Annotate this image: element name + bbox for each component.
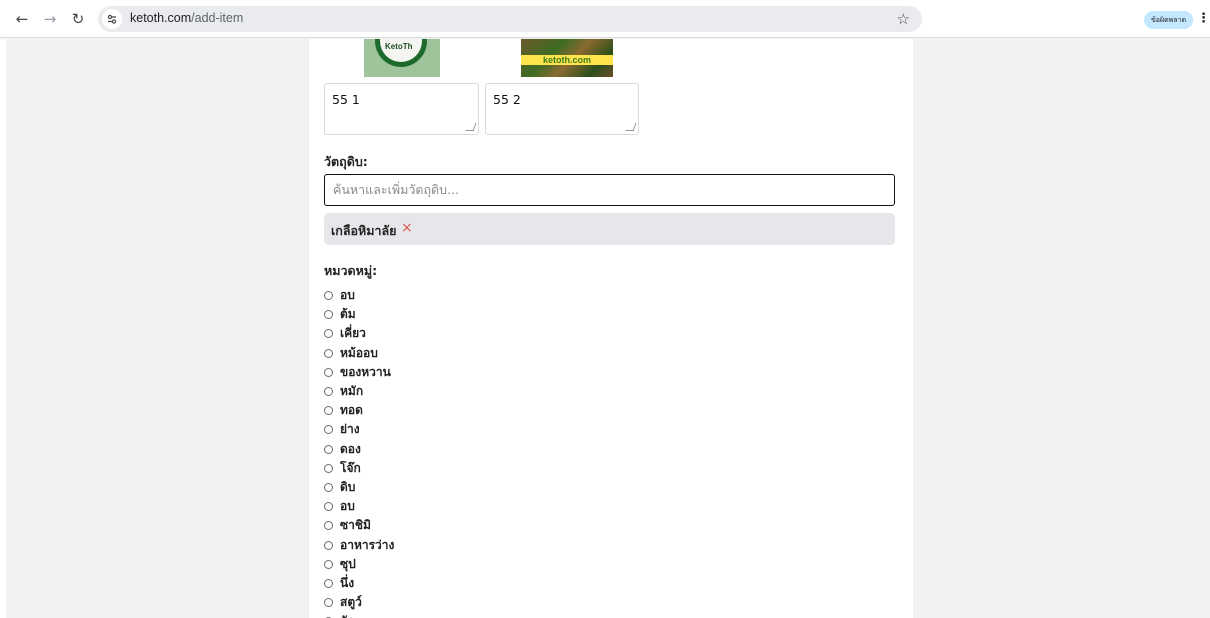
radio-button[interactable] bbox=[324, 578, 333, 588]
radio-button[interactable] bbox=[324, 521, 333, 531]
radio-button[interactable] bbox=[324, 387, 333, 397]
more-menu-icon[interactable]: ⋮ bbox=[1197, 11, 1210, 27]
forward-arrow-icon[interactable]: → bbox=[40, 9, 60, 29]
radio-button[interactable] bbox=[324, 367, 333, 377]
page-viewport: KetoTh ketoth.com 55 1 55 2 วัตถุดิบ: ค้… bbox=[0, 39, 1210, 618]
resize-handle-icon[interactable] bbox=[465, 123, 477, 131]
category-option[interactable]: อาหารว่าง bbox=[324, 535, 394, 554]
url-text[interactable]: ketoth.com/add-item bbox=[130, 11, 243, 25]
ingredient-chip-label: เกลือหิมาลัย bbox=[331, 223, 397, 238]
category-option-label: ดิบ bbox=[340, 479, 356, 494]
category-option-label: เคี่ยว bbox=[340, 326, 366, 341]
category-option-label: อาหารว่าง bbox=[340, 537, 395, 552]
category-option[interactable]: ดอง bbox=[324, 440, 394, 459]
textarea-2-value: 55 2 bbox=[493, 92, 521, 107]
image-caption-textarea-2[interactable]: 55 2 bbox=[485, 83, 639, 135]
radio-button[interactable] bbox=[324, 482, 333, 492]
logo-text: KetoTh bbox=[385, 42, 413, 51]
site-info-icon[interactable] bbox=[102, 9, 122, 29]
radio-button[interactable] bbox=[324, 444, 333, 454]
category-option-label: อบ bbox=[340, 499, 355, 514]
address-bar[interactable]: ketoth.com/add-item ☆ bbox=[98, 6, 922, 32]
radio-button[interactable] bbox=[324, 425, 333, 435]
image-thumbnail-ketoth-logo: KetoTh bbox=[364, 39, 440, 77]
category-option[interactable]: อบ bbox=[324, 286, 394, 305]
category-radio-group: อบ ต้ม เคี่ยว หม้ออบ ของหวาน หมัก ทอด ย่าง ดอง โจ… bbox=[324, 286, 394, 618]
category-option-label: ย่าง bbox=[340, 422, 360, 437]
add-item-form: KetoTh ketoth.com 55 1 55 2 วัตถุดิบ: ค้… bbox=[309, 39, 913, 618]
page-left-edge bbox=[0, 39, 6, 618]
category-option[interactable]: ของหวาน bbox=[324, 363, 394, 382]
category-option[interactable]: สตูว์ bbox=[324, 593, 394, 612]
image-caption-textarea-1[interactable]: 55 1 bbox=[324, 83, 479, 135]
category-option-label: ดอง bbox=[340, 441, 361, 456]
category-option-label: ทอด bbox=[340, 403, 363, 418]
category-option-label: ต้ม bbox=[340, 307, 356, 322]
category-option-label: นึ่ง bbox=[340, 575, 355, 590]
category-option[interactable]: หมัก bbox=[324, 382, 394, 401]
category-option-label: ซุป bbox=[340, 556, 356, 571]
category-option[interactable]: โจ๊ก bbox=[324, 459, 394, 478]
category-option-label: หม้ออบ bbox=[340, 345, 378, 360]
ingredient-search-input[interactable]: ค้นหาและเพิ่มวัตถุดิบ... bbox=[324, 174, 895, 206]
reload-icon[interactable]: ↻ bbox=[68, 9, 88, 29]
category-option[interactable]: เคี่ยว bbox=[324, 324, 394, 343]
category-option[interactable]: ดิบ bbox=[324, 478, 394, 497]
resize-handle-icon[interactable] bbox=[625, 123, 637, 131]
error-badge[interactable]: ข้อผิดพลาด bbox=[1144, 11, 1193, 29]
url-host: ketoth.com bbox=[130, 11, 192, 25]
image-thumbnail-banner: ketoth.com bbox=[521, 39, 613, 77]
radio-button[interactable] bbox=[324, 329, 333, 339]
category-option[interactable]: หม้ออบ bbox=[324, 344, 394, 363]
bookmark-star-icon[interactable]: ☆ bbox=[897, 9, 910, 29]
category-option[interactable]: ซาชิมิ bbox=[324, 516, 394, 535]
selected-ingredients: เกลือหิมาลัย × bbox=[324, 213, 895, 245]
url-path: /add-item bbox=[191, 11, 244, 25]
radio-button[interactable] bbox=[324, 348, 333, 358]
radio-button[interactable] bbox=[324, 559, 333, 569]
back-arrow-icon[interactable]: ← bbox=[12, 9, 32, 29]
browser-toolbar: ← → ↻ ketoth.com/add-item ☆ ข้อผิดพลาด ⋮ bbox=[0, 0, 1210, 38]
category-option[interactable]: ต้ม bbox=[324, 305, 394, 324]
category-option-label: ของหวาน bbox=[340, 364, 391, 379]
category-option[interactable]: อบ bbox=[324, 497, 394, 516]
radio-button[interactable] bbox=[324, 540, 333, 550]
radio-button[interactable] bbox=[324, 406, 333, 416]
category-option-label: อบ bbox=[340, 288, 355, 303]
radio-button[interactable] bbox=[324, 598, 333, 608]
ingredients-label: วัตถุดิบ: bbox=[324, 154, 368, 169]
category-option-label: ซาชิมิ bbox=[340, 518, 371, 533]
category-option[interactable]: ย่าง bbox=[324, 420, 394, 439]
category-option[interactable]: ทอด bbox=[324, 401, 394, 420]
radio-button[interactable] bbox=[324, 291, 333, 301]
radio-button[interactable] bbox=[324, 502, 333, 512]
category-option-label: ผัด bbox=[340, 612, 355, 618]
category-option-label: สตูว์ bbox=[340, 595, 362, 610]
category-option-label: หมัก bbox=[340, 384, 364, 399]
category-option[interactable]: นึ่ง bbox=[324, 574, 394, 593]
category-option[interactable]: ผัด bbox=[324, 612, 394, 618]
textarea-1-value: 55 1 bbox=[332, 92, 360, 107]
radio-button[interactable] bbox=[324, 463, 333, 473]
radio-button[interactable] bbox=[324, 310, 333, 320]
category-option[interactable]: ซุป bbox=[324, 555, 394, 574]
banner-text: ketoth.com bbox=[521, 55, 613, 65]
remove-ingredient-icon[interactable]: × bbox=[401, 219, 413, 237]
category-label: หมวดหมู่: bbox=[324, 263, 378, 278]
category-option-label: โจ๊ก bbox=[340, 460, 361, 475]
